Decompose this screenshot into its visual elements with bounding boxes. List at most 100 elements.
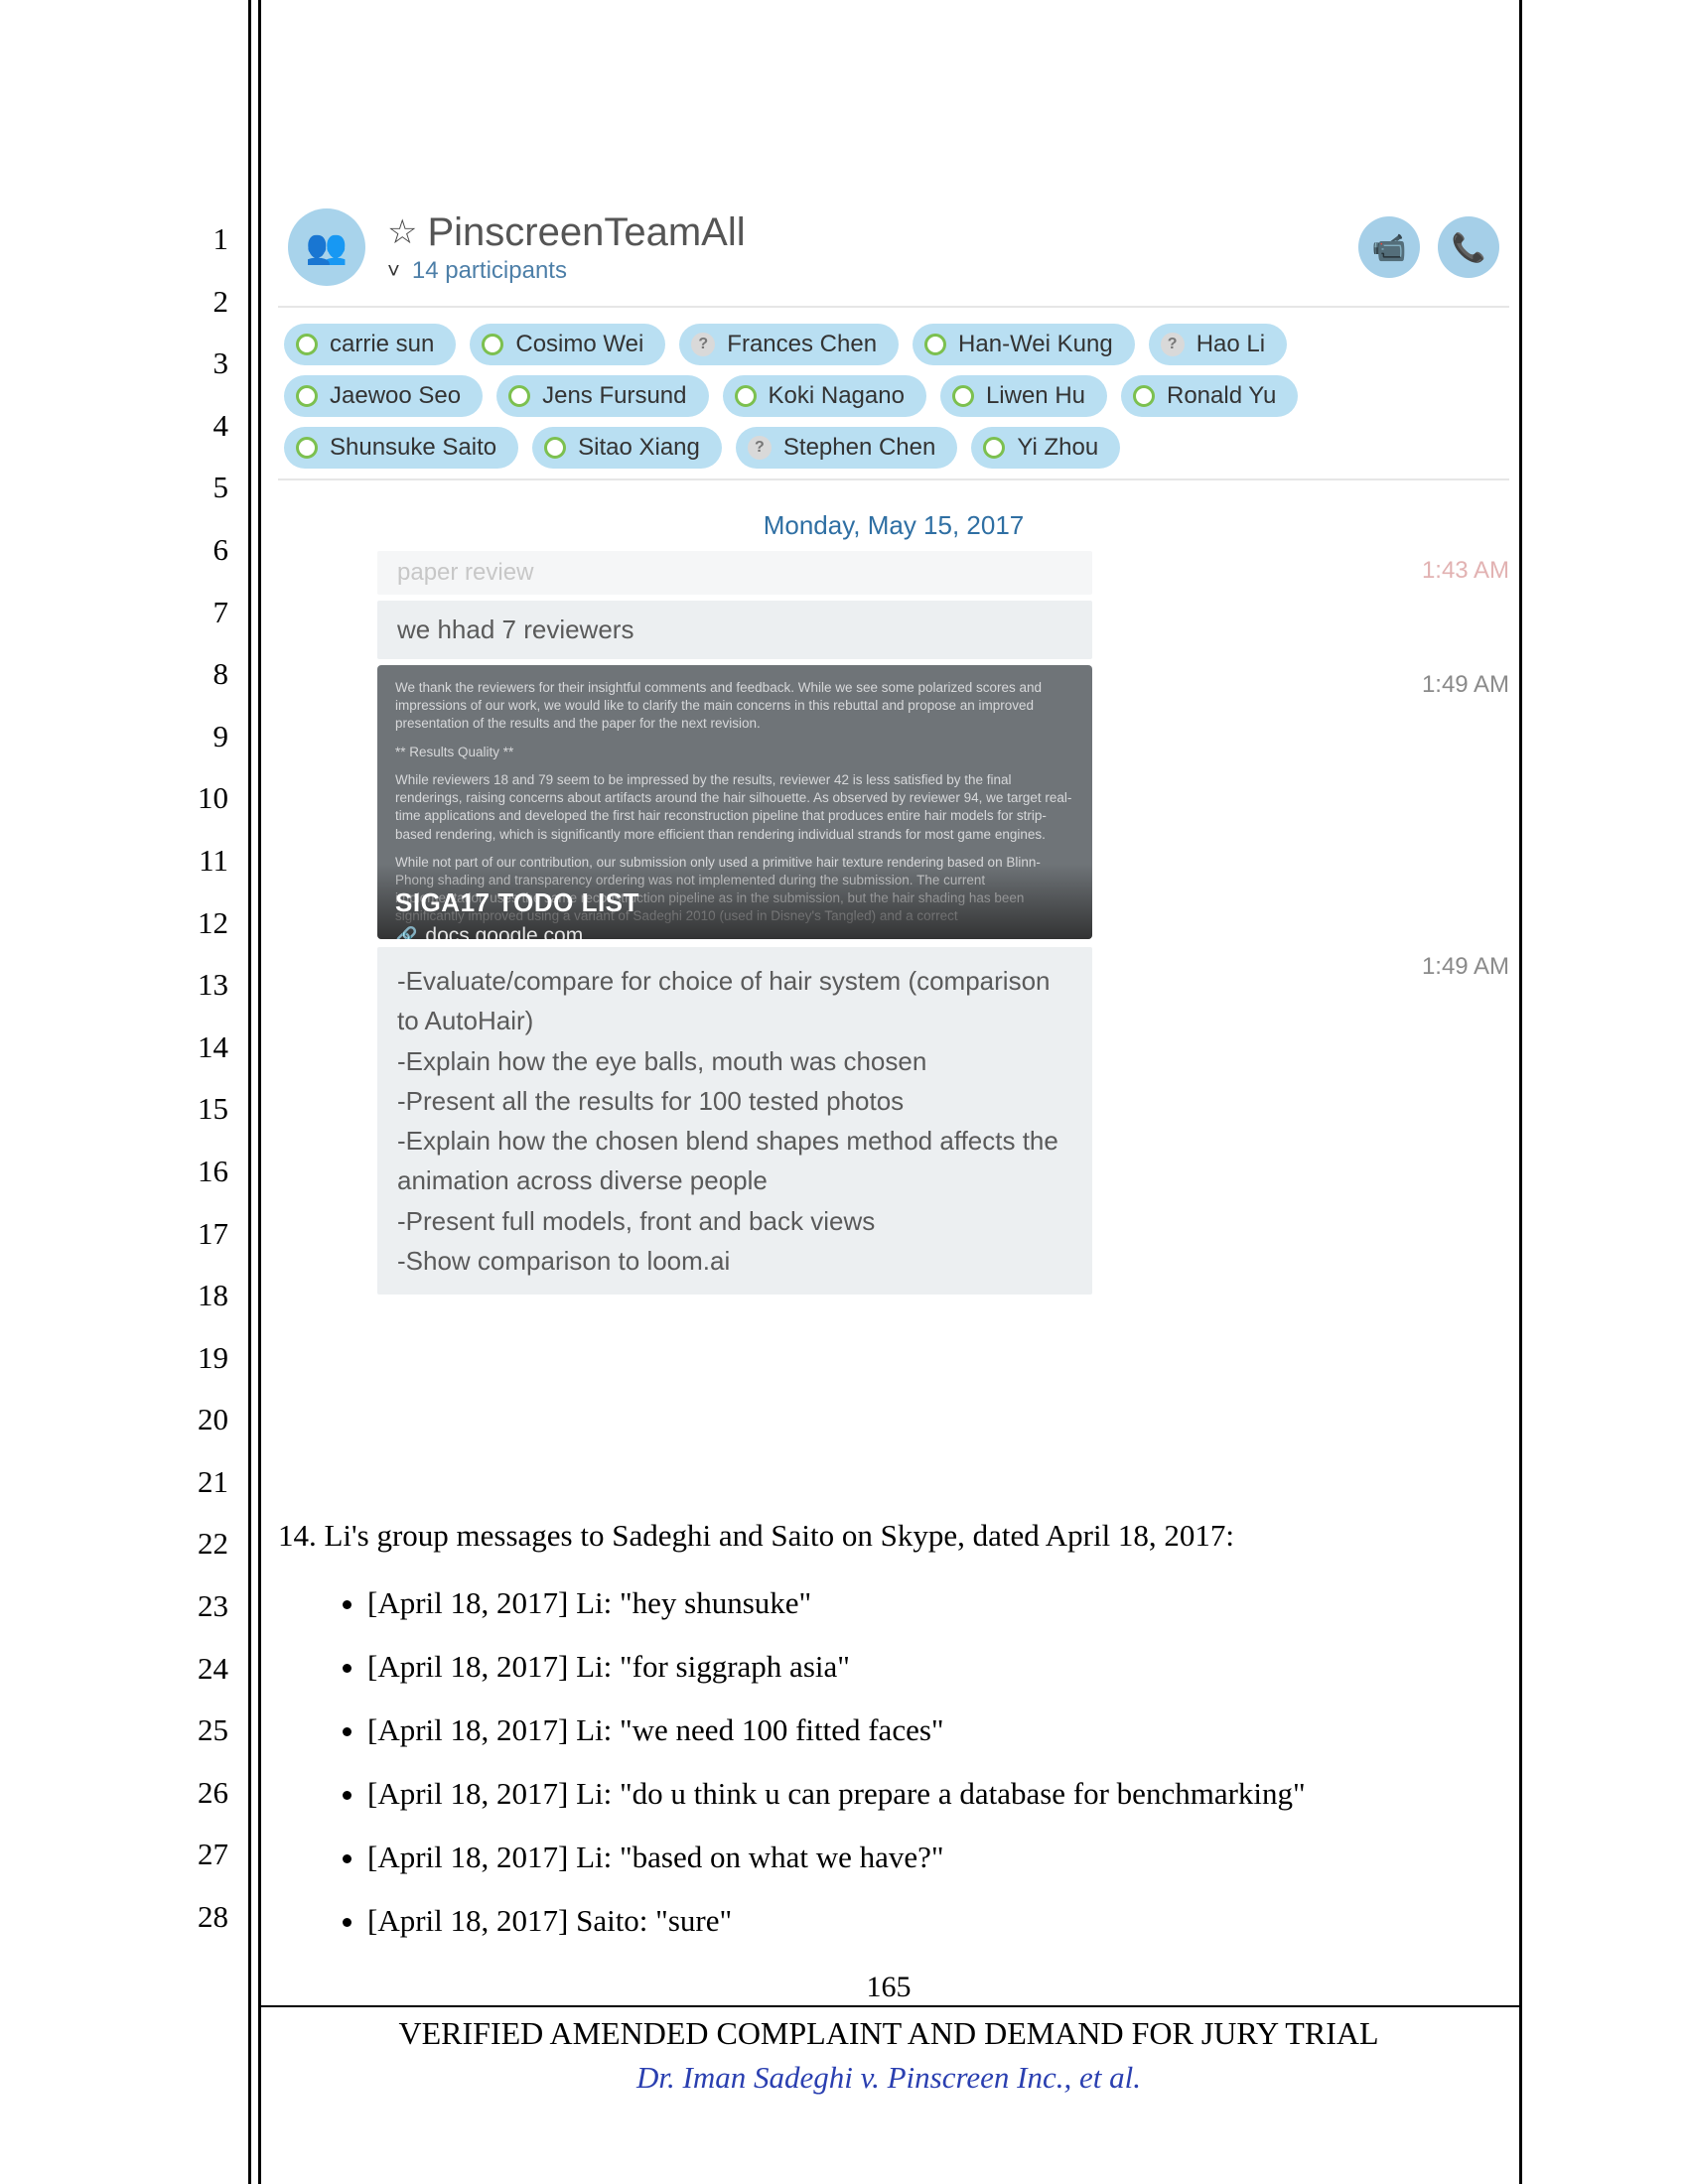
line-number: 5 (169, 457, 228, 519)
pleading-vertical-rule (258, 0, 261, 2184)
status-unknown-icon: ? (691, 333, 715, 356)
bullet-list: [April 18, 2017] Li: "hey shunsuke"[Apri… (278, 1571, 1489, 1953)
paragraph-14: 14. Li's group messages to Sadeghi and S… (278, 1512, 1489, 1560)
participant-chip[interactable]: Yi Zhou (971, 427, 1120, 469)
line-number: 23 (169, 1575, 228, 1638)
message-bubble[interactable]: paper review (377, 551, 1092, 595)
line-number: 2 (169, 271, 228, 334)
line-number: 18 (169, 1265, 228, 1327)
status-online-icon (983, 437, 1005, 459)
audio-call-button[interactable]: 📞 (1438, 216, 1499, 278)
message-time (1370, 601, 1509, 607)
participant-chips: carrie sun Cosimo Wei ?Frances Chen Han-Wei… (278, 324, 1509, 469)
status-online-icon (924, 334, 946, 355)
message-row: we hhad 7 reviewers (278, 601, 1509, 665)
status-online-icon (508, 385, 530, 407)
legal-document-page: 1 2 3 4 5 6 7 8 9 10 11 12 13 14 15 16 1… (0, 0, 1688, 2184)
status-online-icon (296, 385, 318, 407)
group-avatar-icon[interactable]: 👥 (288, 208, 365, 286)
line-number: 22 (169, 1513, 228, 1575)
footer-rule (258, 2005, 1519, 2007)
participant-chip[interactable]: ?Hao Li (1149, 324, 1287, 365)
participant-name: Stephen Chen (783, 434, 935, 462)
participant-chip[interactable]: Jaewoo Seo (284, 375, 483, 417)
participant-name: Han-Wei Kung (958, 331, 1113, 358)
line-number: 4 (169, 395, 228, 458)
people-icon: 👥 (306, 227, 348, 267)
participant-name: Liwen Hu (986, 382, 1085, 410)
header-divider (278, 306, 1509, 308)
bullet-item: [April 18, 2017] Saito: "sure" (367, 1889, 1489, 1953)
participant-chip[interactable]: Ronald Yu (1121, 375, 1298, 417)
line-number: 13 (169, 954, 228, 1017)
status-online-icon (482, 334, 503, 355)
link-card-url: 🔗 docs.google.com (395, 922, 1074, 939)
line-number: 25 (169, 1700, 228, 1762)
participant-chip[interactable]: Cosimo Wei (470, 324, 665, 365)
participant-chip[interactable]: ?Stephen Chen (736, 427, 957, 469)
message-row: paper review 1:43 AM (278, 551, 1509, 601)
participant-chip[interactable]: Shunsuke Saito (284, 427, 518, 469)
link-card-text: We thank the reviewers for their insight… (395, 679, 1074, 734)
participant-name: carrie sun (330, 331, 434, 358)
chips-divider (278, 478, 1509, 480)
line-number: 12 (169, 892, 228, 955)
participant-chip[interactable]: Sitao Xiang (532, 427, 722, 469)
line-number: 21 (169, 1451, 228, 1514)
message-line: -Present full models, front and back vie… (397, 1201, 1072, 1241)
participant-name: Jaewoo Seo (330, 382, 461, 410)
pleading-vertical-rule-right (1519, 0, 1522, 2184)
link-card-domain: docs.google.com (425, 922, 583, 939)
bullet-item: [April 18, 2017] Li: "based on what we h… (367, 1826, 1489, 1889)
participant-chip[interactable]: carrie sun (284, 324, 456, 365)
conversation-area: Monday, May 15, 2017 paper review 1:43 A… (278, 498, 1509, 1300)
participant-name: Koki Nagano (769, 382, 905, 410)
line-number: 1 (169, 208, 228, 271)
status-online-icon (296, 334, 318, 355)
participant-name: Sitao Xiang (578, 434, 700, 462)
line-number: 15 (169, 1078, 228, 1141)
link-icon: 🔗 (395, 924, 417, 939)
line-number: 19 (169, 1327, 228, 1390)
call-actions: 📹 📞 (1358, 216, 1499, 278)
participant-chip[interactable]: Koki Nagano (723, 375, 926, 417)
participant-name: Hao Li (1196, 331, 1265, 358)
message-row: -Evaluate/compare for choice of hair sys… (278, 947, 1509, 1300)
participant-name: Ronald Yu (1167, 382, 1276, 410)
line-number: 28 (169, 1886, 228, 1949)
line-number: 10 (169, 767, 228, 830)
line-number: 11 (169, 830, 228, 892)
line-number: 7 (169, 582, 228, 644)
message-line: -Present all the results for 100 tested … (397, 1081, 1072, 1121)
status-online-icon (544, 437, 566, 459)
video-call-button[interactable]: 📹 (1358, 216, 1420, 278)
line-number: 3 (169, 333, 228, 395)
participant-chip[interactable]: Han-Wei Kung (913, 324, 1135, 365)
chevron-down-icon[interactable]: ˅ (387, 258, 400, 284)
link-preview-card[interactable]: We thank the reviewers for their insight… (377, 665, 1092, 939)
line-number: 9 (169, 706, 228, 768)
bullet-item: [April 18, 2017] Li: "for siggraph asia" (367, 1635, 1489, 1699)
date-divider: Monday, May 15, 2017 (278, 498, 1509, 551)
link-card-overlay: SIGA17 TODO LIST 🔗 docs.google.com (377, 864, 1092, 939)
message-time: 1:49 AM (1370, 947, 1509, 981)
bullet-item: [April 18, 2017] Li: "hey shunsuke" (367, 1571, 1489, 1635)
participant-chip[interactable]: ?Frances Chen (679, 324, 899, 365)
status-online-icon (1133, 385, 1155, 407)
status-online-icon (735, 385, 757, 407)
page-number: 165 (258, 1971, 1519, 2004)
message-time: 1:49 AM (1370, 665, 1509, 699)
line-number: 26 (169, 1762, 228, 1825)
participants-count[interactable]: 14 participants (412, 257, 567, 285)
line-number: 24 (169, 1638, 228, 1701)
line-number: 6 (169, 519, 228, 582)
message-bubble[interactable]: -Evaluate/compare for choice of hair sys… (377, 947, 1092, 1295)
skype-screenshot: 👥 ☆ PinscreenTeamAll ˅ 14 participants 📹… (278, 208, 1509, 1300)
chat-title: PinscreenTeamAll (427, 210, 745, 255)
participant-chip[interactable]: Liwen Hu (940, 375, 1107, 417)
favorite-star-icon[interactable]: ☆ (387, 212, 417, 252)
message-bubble[interactable]: we hhad 7 reviewers (377, 601, 1092, 659)
participant-chip[interactable]: Jens Fursund (496, 375, 708, 417)
status-online-icon (296, 437, 318, 459)
message-line: -Explain how the chosen blend shapes met… (397, 1121, 1072, 1201)
